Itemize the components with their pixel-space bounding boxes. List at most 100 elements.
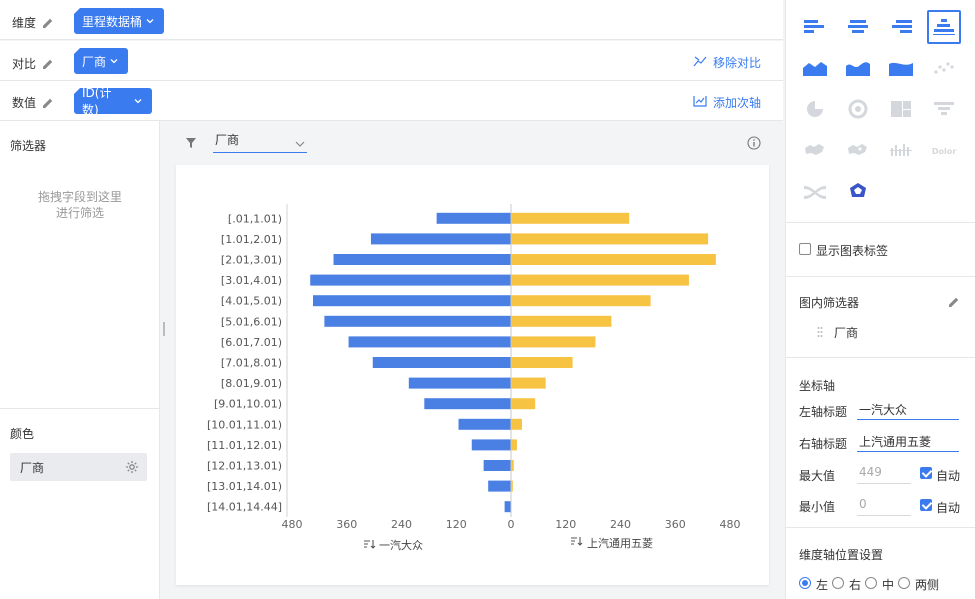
bar-right[interactable] (511, 418, 522, 430)
bar-left[interactable] (424, 398, 511, 410)
right-axis-title-input[interactable]: 上汽通用五菱 (857, 430, 959, 452)
position-both-radio[interactable] (898, 577, 910, 589)
compare-row: 对比 厂商 移除对比 (0, 41, 783, 81)
compare-label: 对比 (12, 57, 37, 71)
sort-icon[interactable] (364, 540, 376, 549)
app: 维度 里程数据桶 对比 厂商 移除对比 数值 ID(计数) 添加次轴 筛选器 拖… (0, 0, 975, 599)
dimension-label: 维度 (12, 16, 37, 30)
bar-right[interactable] (511, 274, 689, 286)
area-fill-icon[interactable] (884, 51, 918, 85)
left-axis-title-input[interactable]: 一汽大众 (857, 398, 959, 420)
dimension-chip[interactable]: 里程数据桶 (74, 8, 165, 34)
dimension-row: 维度 里程数据桶 (0, 0, 783, 40)
bar-left[interactable] (471, 439, 511, 451)
map-icon-glyph (805, 144, 824, 155)
bar-right[interactable] (511, 233, 709, 245)
bar-left[interactable] (310, 274, 511, 286)
bar-left-icon[interactable] (798, 10, 832, 44)
filter-drop-zone[interactable]: 拖拽字段到这里 进行筛选 (0, 189, 160, 221)
scatter-icon[interactable] (927, 51, 961, 85)
bar-left[interactable] (436, 212, 511, 224)
butterfly-bar-icon[interactable] (927, 10, 961, 44)
metric-chip[interactable]: ID(计数) (74, 86, 152, 117)
bar-left[interactable] (458, 418, 511, 430)
bar-left[interactable] (408, 377, 511, 389)
chevron-down-icon (146, 17, 154, 25)
bar-left[interactable] (348, 336, 511, 348)
area-mountain-icon-glyph (803, 62, 827, 76)
position-left-label: 左 (816, 578, 829, 592)
pencil-icon[interactable] (948, 296, 960, 308)
bar-right[interactable] (511, 439, 517, 451)
drag-handle-icon[interactable] (817, 326, 823, 338)
min-auto-checkbox[interactable] (920, 499, 932, 511)
filter-icon (185, 137, 197, 149)
bar-right[interactable] (511, 377, 546, 389)
bar-right-icon[interactable] (884, 10, 918, 44)
position-right-label: 右 (849, 578, 862, 592)
position-left-radio[interactable] (799, 577, 811, 589)
position-right-radio[interactable] (832, 577, 844, 589)
pencil-icon[interactable] (42, 97, 54, 109)
compare-chip-label: 厂商 (82, 54, 107, 69)
add-secondary-axis-button[interactable]: 添加次轴 (693, 94, 761, 111)
bar-right[interactable] (511, 336, 596, 348)
x-tick-label: 120 (555, 518, 576, 531)
treemap-icon-glyph (891, 101, 911, 117)
bar-right[interactable] (511, 295, 651, 307)
bar-right[interactable] (511, 357, 573, 368)
pencil-icon[interactable] (42, 17, 54, 29)
ring-icon[interactable] (841, 92, 875, 126)
word-cloud-icon[interactable]: Dolor (927, 133, 961, 167)
info-icon[interactable] (747, 136, 761, 150)
show-labels-checkbox[interactable] (799, 243, 811, 255)
dimension-chip-label: 里程数据桶 (82, 14, 143, 29)
compare-label-group: 对比 (12, 55, 54, 72)
remove-compare-button[interactable]: 移除对比 (693, 54, 761, 71)
bar-left[interactable] (504, 501, 511, 513)
area-wave-icon[interactable] (841, 51, 875, 85)
gear-icon[interactable] (125, 460, 139, 474)
bar-range-icon[interactable] (884, 133, 918, 167)
max-value-input[interactable]: 449 (857, 462, 911, 484)
bar-right[interactable] (511, 315, 612, 327)
radar-icon[interactable] (841, 174, 875, 208)
treemap-icon[interactable] (884, 92, 918, 126)
sort-icon[interactable] (571, 537, 583, 546)
filter-select[interactable]: 厂商 (213, 131, 307, 153)
position-center-radio[interactable] (865, 577, 877, 589)
bar-right[interactable] (511, 398, 536, 410)
bar-left[interactable] (312, 295, 511, 307)
bar-left[interactable] (333, 254, 511, 265)
x-tick-label: 240 (610, 518, 631, 531)
map-dot-icon-glyph (848, 144, 867, 155)
bar-left[interactable] (324, 315, 511, 327)
sankey-icon[interactable] (798, 174, 832, 208)
bar-right[interactable] (511, 212, 630, 224)
map-icon[interactable] (798, 133, 832, 167)
max-auto-checkbox[interactable] (920, 467, 932, 479)
bar-center-icon-glyph (848, 20, 868, 33)
panel-resize-handle[interactable] (163, 322, 165, 336)
butterfly-chart: [.01,1.01) [1.01,2.01) [2.01,3.01) [3.01,4.… (207, 204, 741, 552)
min-value-input[interactable]: 0 (857, 494, 911, 516)
funnel-icon[interactable] (927, 92, 961, 126)
inner-filter-field[interactable]: 厂商 (834, 324, 858, 341)
bar-left[interactable] (372, 357, 511, 368)
bar-left[interactable] (483, 460, 511, 471)
pencil-icon[interactable] (42, 58, 54, 70)
map-dot-icon[interactable] (841, 133, 875, 167)
bar-left[interactable] (370, 233, 511, 245)
compare-chip[interactable]: 厂商 (74, 48, 129, 74)
bar-center-icon[interactable] (841, 10, 875, 44)
area-mountain-icon[interactable] (798, 51, 832, 85)
category-label: [4.01,5.01) (221, 295, 282, 308)
scatter-icon-glyph (934, 62, 954, 74)
dimension-label-group: 维度 (12, 14, 54, 31)
bar-right[interactable] (511, 254, 716, 265)
category-label: [13.01,14.01) (207, 480, 282, 493)
color-field-chip[interactable]: 厂商 (10, 453, 147, 481)
x-tick-label: 360 (336, 518, 357, 531)
bar-left[interactable] (488, 480, 511, 492)
pie-icon[interactable] (798, 92, 832, 126)
